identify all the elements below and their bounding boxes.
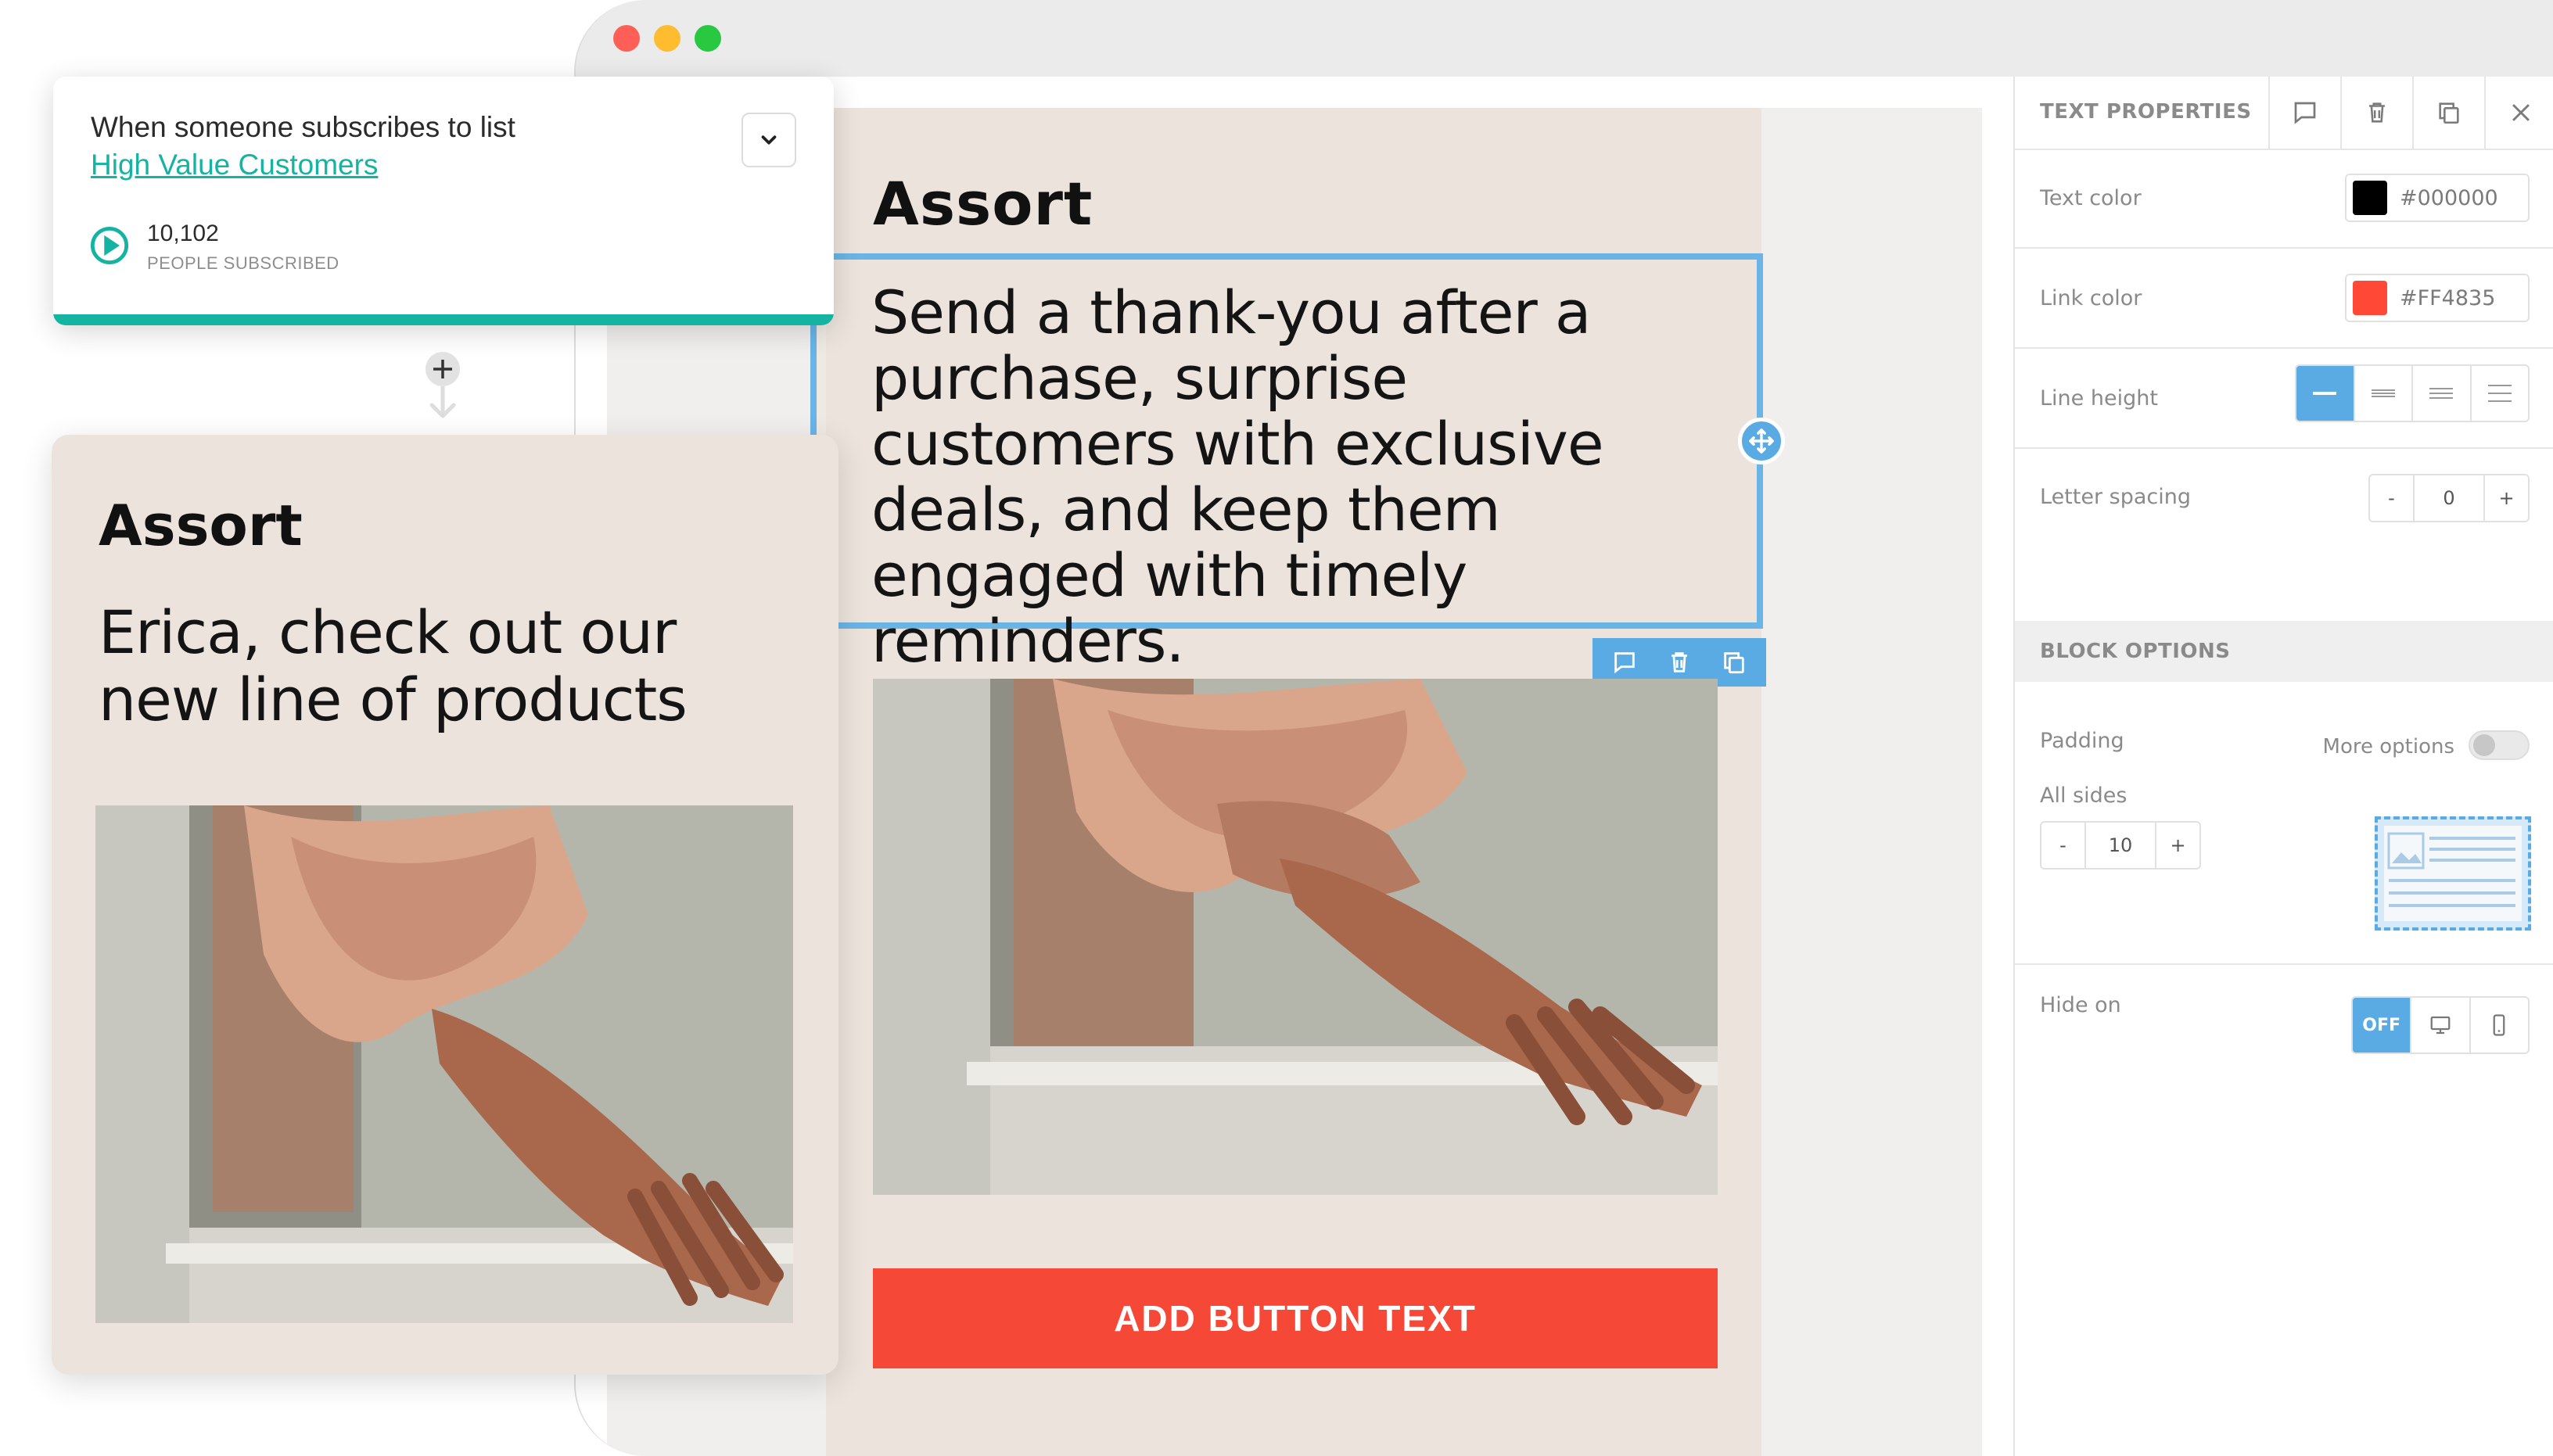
email-brand-heading[interactable]: Assort: [873, 169, 1093, 238]
text-color-value: #000000: [2400, 185, 2498, 210]
letter-spacing-label: Letter spacing: [2040, 485, 2191, 509]
trigger-description: When someone subscribes to list: [91, 111, 515, 143]
panel-header: TEXT PROPERTIES: [2015, 77, 2553, 150]
trash-icon[interactable]: [2340, 77, 2412, 149]
preview-message: Erica, check out our new line of product…: [99, 597, 688, 734]
link-color-row: Link color #FF4835: [2015, 249, 2553, 349]
move-icon[interactable]: [1738, 418, 1785, 464]
divider: [2015, 963, 2553, 965]
trigger-accent-bar: [53, 314, 834, 325]
line-height-option-2[interactable]: [2353, 366, 2411, 421]
app-window: Assort Send a thank-you after a purchase…: [574, 0, 2553, 1456]
padding-increment[interactable]: +: [2156, 823, 2199, 868]
more-options-label: More options: [2322, 735, 2454, 758]
preview-brand-heading: Assort: [99, 493, 303, 558]
mobile-icon[interactable]: [2469, 998, 2528, 1053]
more-options-toggle[interactable]: [2469, 730, 2530, 760]
line-height-label: Line height: [2040, 386, 2158, 411]
image-placeholder-icon: [2375, 816, 2531, 931]
subscriber-count-label: PEOPLE SUBSCRIBED: [147, 253, 339, 273]
email-cta-button[interactable]: ADD BUTTON TEXT: [873, 1268, 1718, 1368]
padding-value[interactable]: 10: [2084, 823, 2157, 868]
text-color-input[interactable]: #000000: [2345, 174, 2530, 222]
minimize-window-button[interactable]: [654, 25, 680, 52]
trigger-card[interactable]: When someone subscribes to list High Val…: [53, 77, 834, 325]
text-color-row: Text color #000000: [2015, 149, 2553, 249]
copy-icon[interactable]: [1711, 639, 1758, 686]
plus-circle-icon[interactable]: [421, 338, 465, 428]
hide-on-label: Hide on: [2040, 993, 2121, 1017]
preview-product-image: [95, 805, 793, 1323]
email-preview-card[interactable]: Assort Erica, check out our new line of …: [52, 435, 838, 1375]
email-product-image[interactable]: [873, 679, 1718, 1195]
padding-label: Padding: [2040, 729, 2124, 753]
close-window-button[interactable]: [613, 25, 640, 52]
letter-spacing-stepper: - 0 +: [2368, 474, 2530, 522]
link-color-swatch[interactable]: [2353, 281, 2387, 315]
text-color-label: Text color: [2040, 186, 2142, 210]
subscriber-count: 10,102: [147, 221, 219, 246]
link-color-input[interactable]: #FF4835: [2345, 274, 2530, 322]
text-properties-panel: TEXT PROPERTIES Text color #000000 Link …: [2013, 77, 2553, 1456]
comment-icon[interactable]: [2268, 77, 2340, 149]
link-color-value: #FF4835: [2400, 285, 2496, 310]
chevron-down-icon[interactable]: [741, 113, 796, 167]
maximize-window-button[interactable]: [695, 25, 721, 52]
letter-spacing-decrement[interactable]: -: [2370, 475, 2413, 521]
close-icon[interactable]: [2484, 77, 2553, 149]
padding-decrement[interactable]: -: [2041, 823, 2084, 868]
copy-icon[interactable]: [2412, 77, 2484, 149]
hide-on-options: OFF: [2351, 996, 2530, 1054]
line-height-options: [2295, 364, 2530, 422]
line-height-option-4[interactable]: [2469, 366, 2528, 421]
text-block-content[interactable]: Send a thank-you after a purchase, surpr…: [871, 280, 1724, 674]
line-height-option-3[interactable]: [2411, 366, 2470, 421]
list-name-link[interactable]: High Value Customers: [91, 149, 378, 181]
block-options-title: BLOCK OPTIONS: [2015, 621, 2553, 682]
letter-spacing-row: Letter spacing - 0 +: [2015, 449, 2553, 549]
text-color-swatch[interactable]: [2353, 181, 2387, 215]
desktop-icon[interactable]: [2410, 998, 2469, 1053]
panel-title: TEXT PROPERTIES: [2040, 100, 2252, 124]
hide-off-option[interactable]: OFF: [2353, 998, 2411, 1053]
padding-stepper: - 10 +: [2040, 821, 2201, 870]
line-height-row: Line height: [2015, 349, 2553, 449]
selected-text-block[interactable]: Send a thank-you after a purchase, surpr…: [810, 253, 1763, 674]
title-bar: [576, 0, 2553, 77]
letter-spacing-value[interactable]: 0: [2412, 475, 2486, 521]
all-sides-label: All sides: [2040, 784, 2128, 808]
editor-body: Assort Send a thank-you after a purchase…: [576, 77, 2553, 1456]
letter-spacing-increment[interactable]: +: [2485, 475, 2528, 521]
link-color-label: Link color: [2040, 286, 2142, 310]
play-circle-icon: [89, 225, 130, 270]
line-height-option-1[interactable]: [2296, 366, 2354, 421]
